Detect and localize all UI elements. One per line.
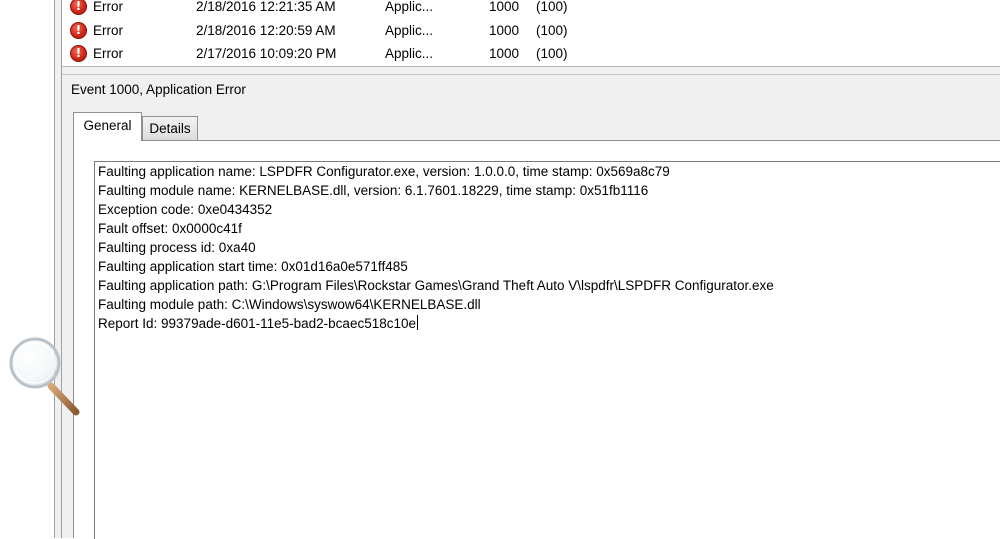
event-task-category: (100) bbox=[536, 23, 568, 38]
event-row[interactable]: Error 2/18/2016 12:21:35 AM Applic... 10… bbox=[62, 0, 1000, 18]
event-row[interactable]: Error 2/18/2016 12:20:59 AM Applic... 10… bbox=[62, 20, 1000, 42]
event-level: Error bbox=[93, 23, 123, 38]
event-source: Applic... bbox=[385, 23, 434, 38]
event-detail-title: Event 1000, Application Error bbox=[71, 82, 246, 97]
description-line: Faulting application path: G:\Program Fi… bbox=[98, 278, 774, 293]
report-id-text: Report Id: 99379ade-d601-11e5-bad2-bcaec… bbox=[98, 316, 416, 331]
description-line: Faulting application name: LSPDFR Config… bbox=[98, 164, 670, 179]
event-date-time: 2/18/2016 12:20:59 AM bbox=[196, 23, 336, 38]
pane-splitter[interactable] bbox=[62, 67, 1000, 74]
event-source: Applic... bbox=[385, 0, 434, 14]
event-task-category: (100) bbox=[536, 46, 568, 61]
event-list: Error 2/18/2016 12:21:35 AM Applic... 10… bbox=[62, 0, 1000, 66]
event-date-time: 2/17/2016 10:09:20 PM bbox=[196, 46, 337, 61]
tab-details[interactable]: Details bbox=[142, 116, 198, 140]
description-line: Fault offset: 0x0000c41f bbox=[98, 221, 242, 236]
description-line: Faulting module name: KERNELBASE.dll, ve… bbox=[98, 183, 649, 198]
event-level: Error bbox=[93, 0, 123, 14]
event-id: 1000 bbox=[489, 46, 520, 61]
event-level: Error bbox=[93, 46, 123, 61]
event-detail-pane: Event 1000, Application Error Faulting a… bbox=[62, 75, 1000, 539]
event-source: Applic... bbox=[385, 46, 434, 61]
text-caret bbox=[417, 315, 418, 330]
magnifier-icon bbox=[6, 336, 86, 418]
error-icon bbox=[70, 0, 87, 15]
event-id: 1000 bbox=[489, 0, 520, 14]
tab-general[interactable]: General bbox=[73, 112, 142, 141]
error-icon bbox=[70, 22, 87, 39]
event-description-textbox[interactable]: Faulting application name: LSPDFR Config… bbox=[94, 161, 1000, 539]
event-date-time: 2/18/2016 12:21:35 AM bbox=[196, 0, 336, 14]
description-line: Faulting process id: 0xa40 bbox=[98, 240, 256, 255]
description-line: Faulting module path: C:\Windows\syswow6… bbox=[98, 297, 481, 312]
tab-panel-general: Faulting application name: LSPDFR Config… bbox=[73, 140, 1000, 539]
event-id: 1000 bbox=[489, 23, 520, 38]
event-task-category: (100) bbox=[536, 0, 568, 14]
event-row[interactable]: Error 2/17/2016 10:09:20 PM Applic... 10… bbox=[62, 43, 1000, 65]
description-line: Exception code: 0xe0434352 bbox=[98, 202, 273, 217]
description-line: Faulting application start time: 0x01d16… bbox=[98, 259, 408, 274]
description-line-last: Report Id: 99379ade-d601-11e5-bad2-bcaec… bbox=[98, 314, 418, 333]
error-icon bbox=[70, 45, 87, 62]
